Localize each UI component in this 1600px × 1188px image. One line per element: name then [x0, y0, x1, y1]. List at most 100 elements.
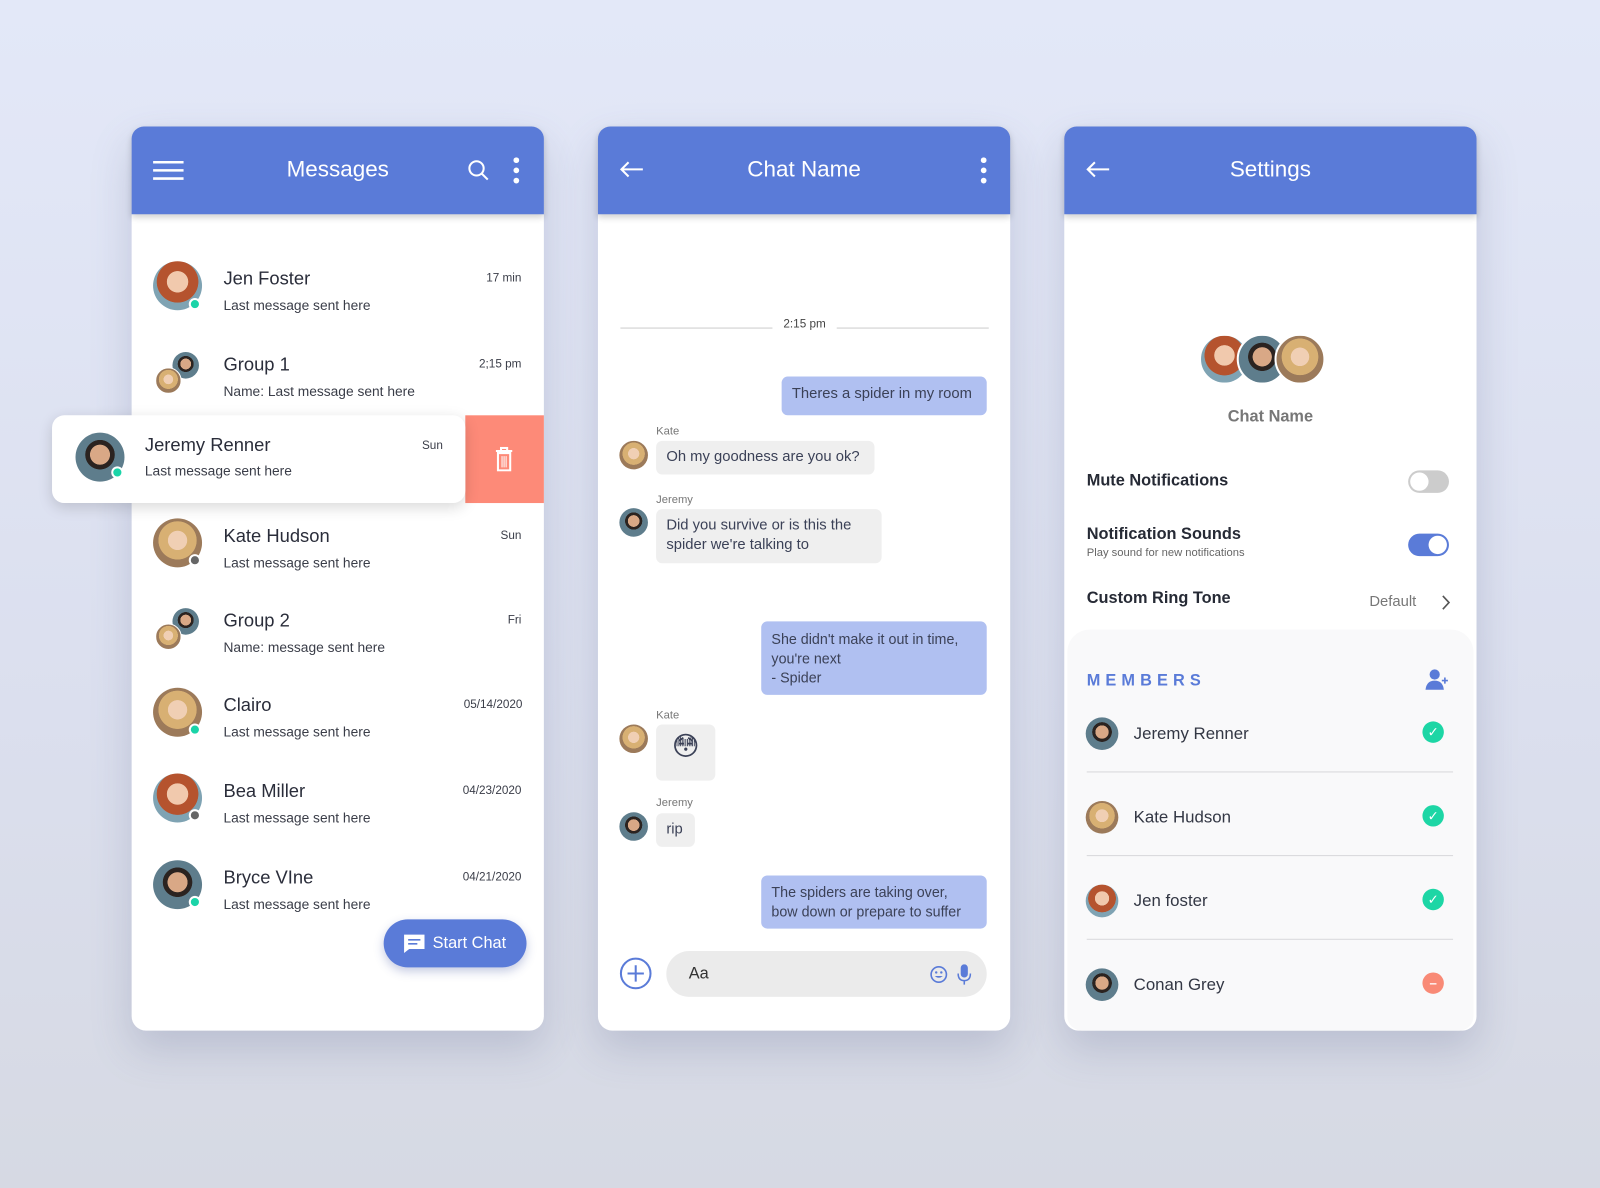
online-status-dot	[188, 895, 202, 909]
outgoing-message: She didn't make it out in time, you're n…	[761, 621, 987, 695]
timestamp: Sun	[421, 439, 443, 453]
timestamp: 04/21/2020	[462, 871, 522, 884]
timestamp: Sun	[500, 529, 522, 542]
contact-name: Bea Miller	[223, 780, 306, 802]
chat-name-label: Chat Name	[1227, 408, 1314, 426]
incoming-message: rip	[656, 813, 695, 847]
contact-name: Jen Foster	[223, 268, 311, 289]
contact-name: Jeremy Renner	[144, 434, 271, 456]
mute-notifications-toggle[interactable]	[1408, 470, 1449, 493]
chat-header: Chat Name	[597, 126, 1011, 215]
custom-ring-tone-row[interactable]: Custom Ring Tone Default	[1064, 578, 1476, 619]
avatar	[1085, 717, 1119, 750]
member-row[interactable]: Conan Grey –	[1064, 967, 1476, 1004]
chat-title: Chat Name	[747, 156, 861, 182]
check-icon[interactable]: ✓	[1422, 721, 1444, 743]
timestamp: 05/14/2020	[463, 698, 523, 712]
microphone-icon[interactable]	[957, 964, 972, 985]
timestamp: 04/23/2020	[462, 784, 522, 797]
chevron-right-icon	[1442, 595, 1451, 610]
notification-sounds-label: Notification Sounds	[1086, 525, 1241, 543]
contact-name: Group 2	[223, 610, 290, 631]
add-attachment-icon[interactable]	[619, 957, 652, 990]
member-name: Jeremy Renner	[1133, 724, 1249, 743]
delete-button[interactable]	[465, 415, 544, 504]
avatar	[1085, 884, 1119, 918]
conversation-row[interactable]: Kate Hudson Last message sent here Sun	[132, 518, 544, 592]
message-input[interactable]: Aa	[666, 951, 987, 997]
emoji-message: 😳	[656, 724, 716, 781]
notification-sounds-description: Play sound for new notifications	[1086, 546, 1245, 560]
member-name: Jen foster	[1133, 891, 1208, 911]
mute-notifications-label: Mute Notifications	[1086, 472, 1229, 490]
avatar	[1085, 968, 1119, 1002]
member-row[interactable]: Jeremy Renner ✓	[1064, 716, 1476, 753]
emoji-icon[interactable]	[930, 965, 948, 983]
input-placeholder: Aa	[688, 965, 709, 983]
online-status-dot	[188, 297, 202, 311]
notification-sounds-toggle[interactable]	[1408, 533, 1449, 557]
contact-name: Kate Hudson	[223, 525, 330, 546]
start-chat-button[interactable]: Start Chat	[383, 919, 527, 968]
message-preview: Name: Last message sent here	[223, 383, 415, 399]
contact-name: Group 1	[223, 354, 290, 375]
online-status-dot	[188, 723, 202, 736]
trash-icon	[495, 446, 513, 472]
contact-name: Bryce VIne	[223, 867, 314, 888]
incoming-message: Did you survive or is this the spider we…	[656, 509, 882, 564]
divider	[1086, 938, 1454, 940]
group-avatar	[1274, 333, 1326, 385]
add-member-icon[interactable]	[1425, 668, 1448, 690]
sender-name: Jeremy	[656, 493, 693, 507]
member-name: Kate Hudson	[1133, 808, 1232, 827]
more-vertical-icon[interactable]	[511, 157, 521, 184]
check-icon[interactable]: ✓	[1422, 888, 1444, 911]
offline-status-dot	[188, 554, 202, 567]
avatar	[619, 812, 648, 841]
member-row[interactable]: Kate Hudson ✓	[1064, 800, 1476, 837]
avatar	[619, 508, 648, 537]
avatar	[1085, 801, 1119, 834]
members-heading: MEMBERS	[1086, 672, 1206, 690]
chat-screen: Chat Name 2:15 pm Theres a spider in my …	[597, 126, 1011, 1031]
messages-header: Messages	[131, 126, 544, 215]
check-icon[interactable]: ✓	[1422, 805, 1444, 827]
sender-name: Kate	[656, 709, 680, 722]
incoming-message: Oh my goodness are you ok?	[656, 440, 875, 475]
search-icon[interactable]	[467, 159, 489, 181]
member-row[interactable]: Jen foster ✓	[1064, 884, 1476, 921]
chat-timestamp: 2:15 pm	[783, 318, 826, 331]
conversation-row-swiped[interactable]: Jeremy Renner Last message sent here Sun	[52, 415, 466, 504]
conversation-row[interactable]: Jen Foster Last message sent here 17 min	[132, 261, 544, 335]
outgoing-message: The spiders are taking over, bow down or…	[761, 875, 987, 929]
chat-bubble-icon	[404, 934, 425, 954]
message-preview: Last message sent here	[223, 896, 371, 913]
start-chat-label: Start Chat	[432, 934, 507, 953]
outgoing-message: Theres a spider in my room	[781, 376, 987, 416]
message-preview: Name: message sent here	[223, 639, 386, 656]
sender-name: Jeremy	[656, 796, 693, 810]
avatar	[155, 623, 182, 650]
online-status-dot	[111, 466, 124, 479]
member-name: Conan Grey	[1133, 975, 1225, 994]
remove-icon[interactable]: –	[1422, 972, 1444, 994]
conversation-row[interactable]: Group 2 Name: message sent here Fri	[132, 606, 544, 677]
offline-status-dot	[188, 809, 202, 822]
timestamp: Fri	[507, 614, 522, 627]
timestamp: 17 min	[486, 272, 522, 285]
more-vertical-icon[interactable]	[979, 157, 989, 184]
avatar	[619, 724, 648, 754]
ring-tone-label: Custom Ring Tone	[1086, 589, 1231, 608]
conversation-row[interactable]: Group 1 Name: Last message sent here 2;1…	[132, 350, 544, 421]
divider	[620, 327, 773, 329]
avatar	[155, 367, 182, 394]
divider	[1086, 771, 1454, 773]
timestamp: 2;15 pm	[479, 358, 522, 371]
conversation-row[interactable]: Bea Miller Last message sent here 04/23/…	[132, 773, 544, 848]
conversation-row[interactable]: Clairo Last message sent here 05/14/2020	[132, 687, 544, 762]
message-preview: Last message sent here	[223, 297, 371, 314]
message-preview: Last message sent here	[223, 810, 371, 826]
messages-screen: Messages Jen Foster Last message sent he…	[52, 126, 544, 1031]
avatar	[619, 440, 648, 470]
message-preview: Last message sent here	[223, 555, 371, 571]
